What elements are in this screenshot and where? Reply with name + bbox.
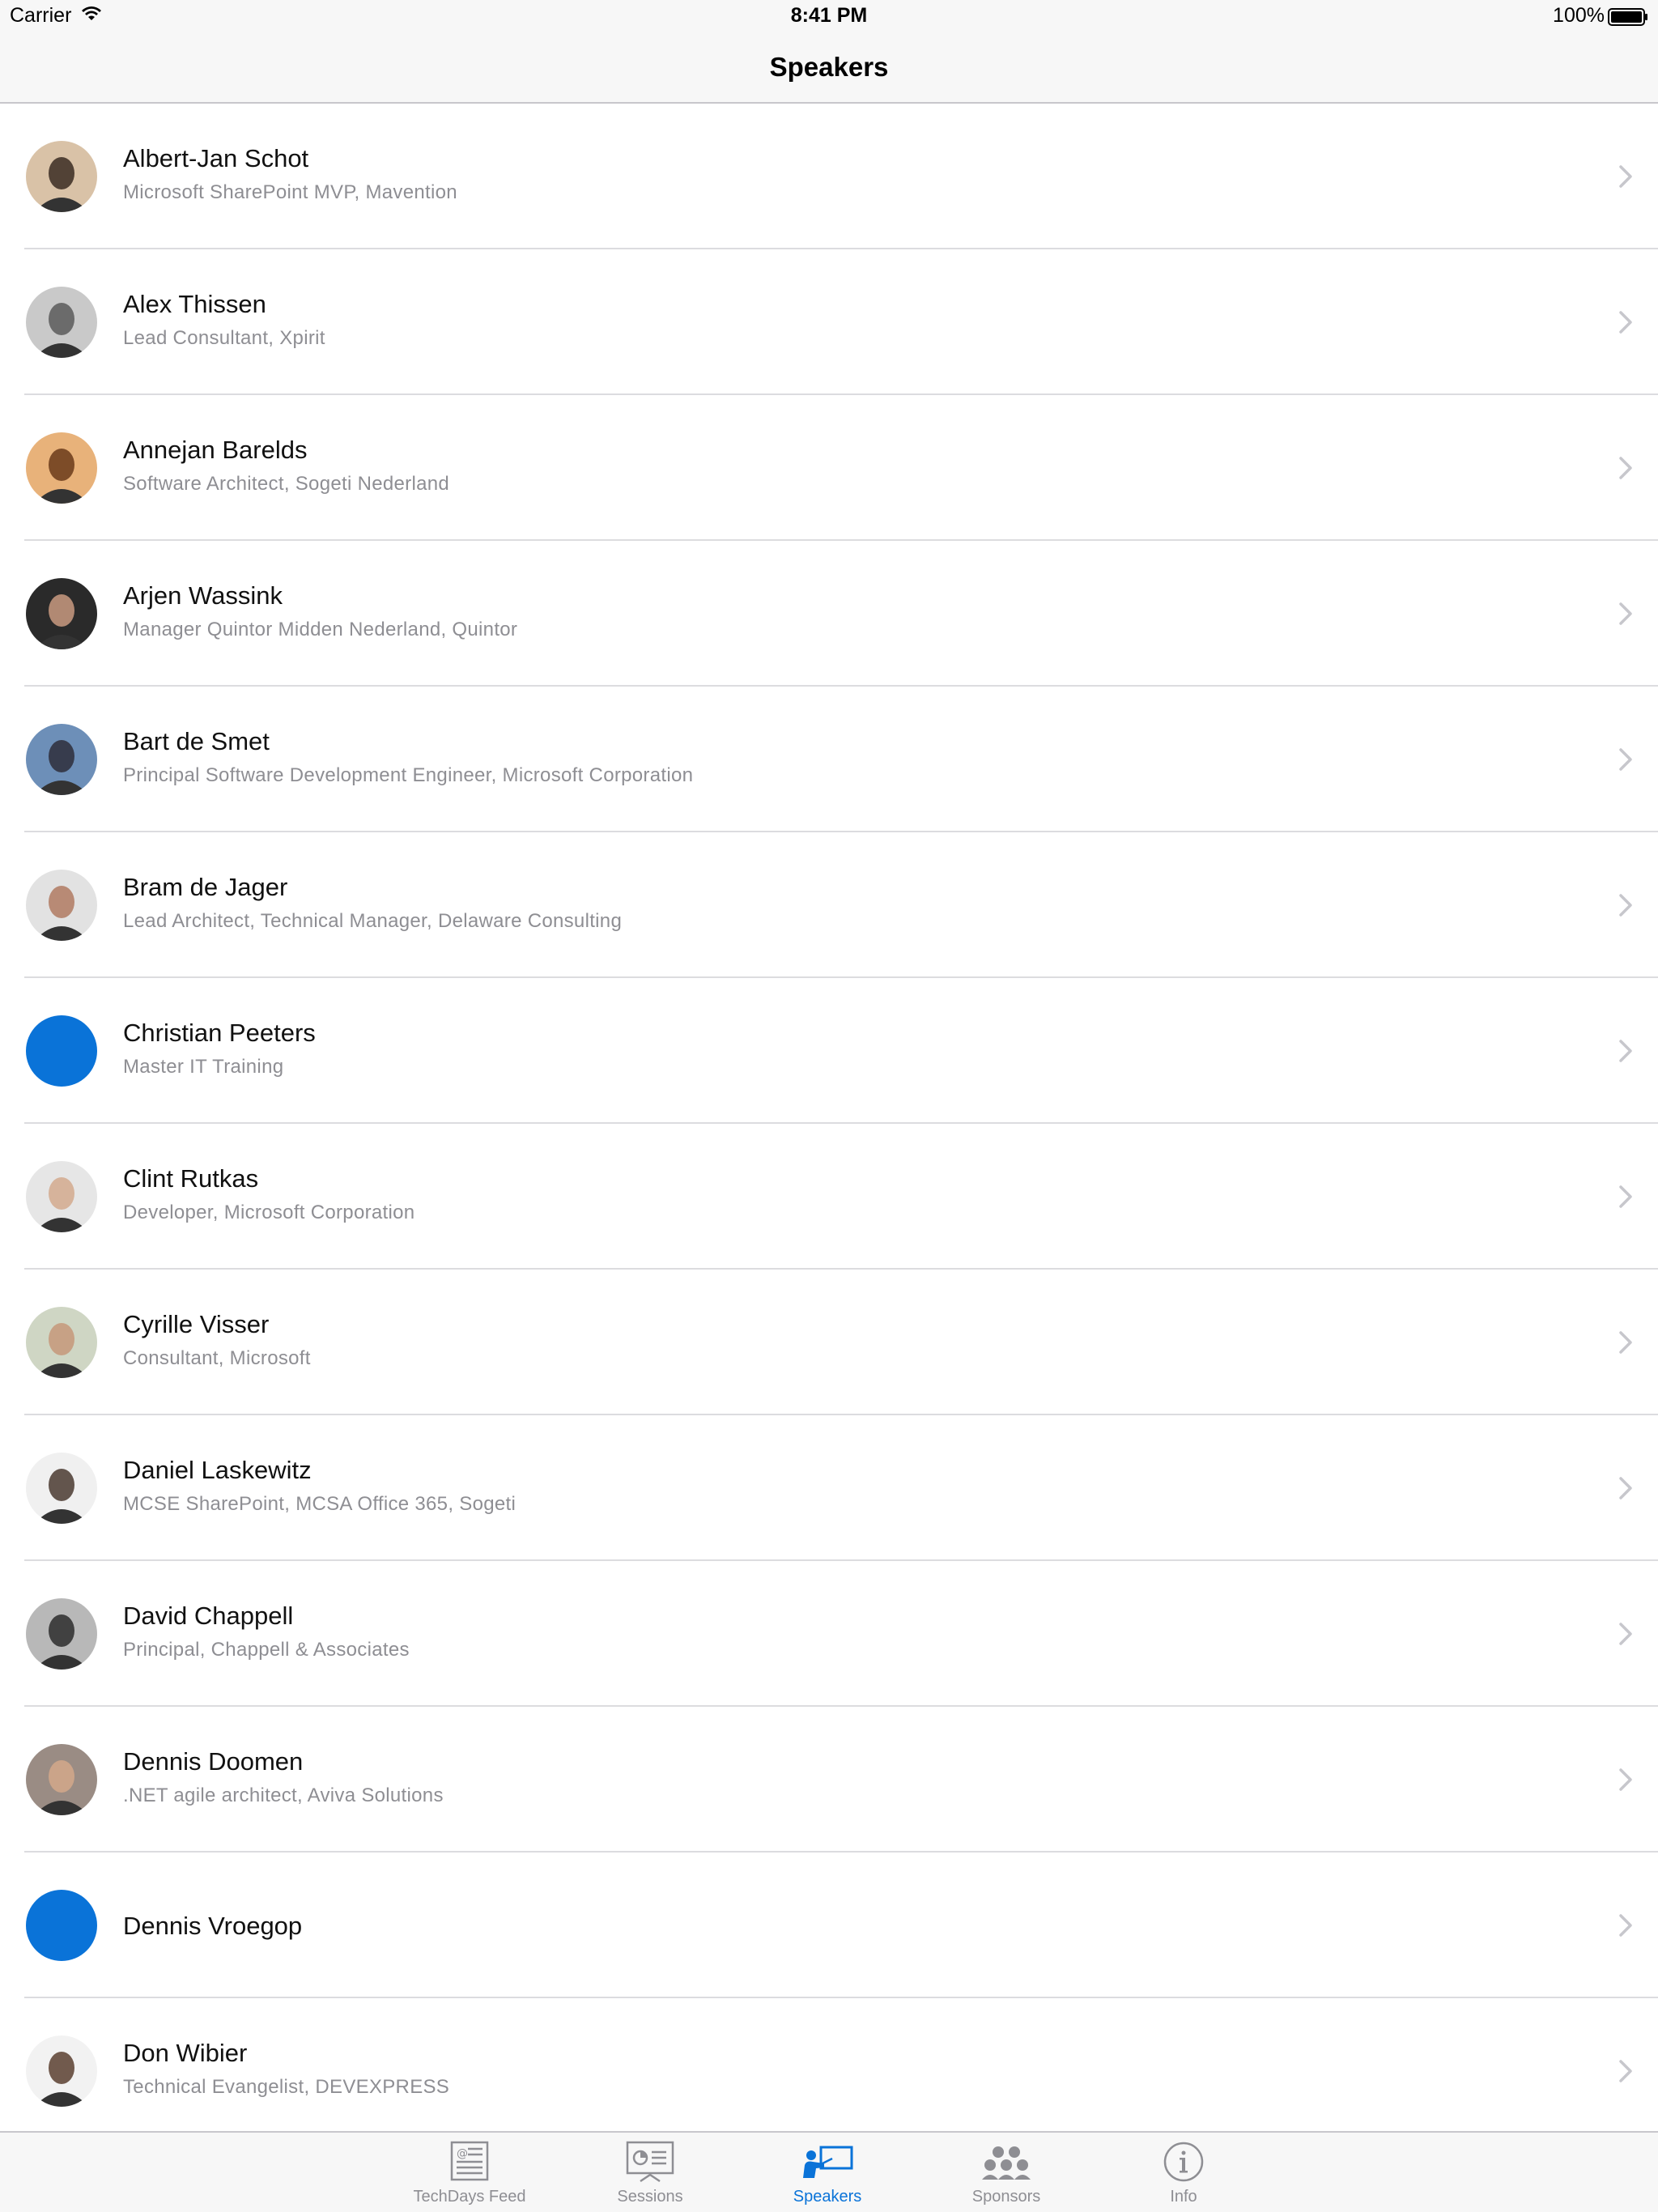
speaker-name: Bram de Jager [123,873,288,901]
speaker-name: Alex Thissen [123,290,266,318]
speaker-subtitle: Principal Software Development Engineer,… [123,764,694,786]
avatar [26,432,97,504]
clock: 8:41 PM [790,4,868,27]
speaker-row[interactable]: Bart de Smet Principal Software Developme… [0,687,1658,832]
chevron-right-icon [1618,308,1635,337]
tab-speakers[interactable]: Speakers [746,2133,908,2212]
speaker-subtitle: MCSE SharePoint, MCSA Office 365, Sogeti [123,1493,517,1515]
speaker-row[interactable]: Don Wibier Technical Evangelist, DEVEXPRE… [0,1998,1658,2131]
navigation-bar: Speakers [0,32,1658,104]
speaker-subtitle: Manager Quintor Midden Nederland, Quinto… [123,619,518,640]
speaker-row[interactable]: Christian Peeters Master IT Training [0,978,1658,1124]
avatar [26,724,97,795]
speaker-name: Don Wibier [123,2039,248,2067]
chevron-right-icon [1618,1474,1635,1503]
avatar [26,1598,97,1670]
avatar [26,2035,97,2107]
speaker-row[interactable]: David Chappell Principal, Chappell & Asso… [0,1561,1658,1707]
chevron-right-icon [1618,599,1635,628]
speaker-name: Dennis Vroegop [123,1912,303,1940]
chevron-right-icon [1618,1765,1635,1794]
chevron-right-icon [1618,1619,1635,1648]
speaker-name: Annejan Barelds [123,436,308,464]
speaker-row[interactable]: Daniel Laskewitz MCSE SharePoint, MCSA Of… [0,1415,1658,1561]
status-bar: Carrier 8:41 PM 100% [0,0,1658,32]
chevron-right-icon [1618,745,1635,774]
speaker-subtitle: Principal, Chappell & Associates [123,1639,410,1661]
tab-label: Speakers [793,2188,862,2206]
speaker-name: Bart de Smet [123,727,270,755]
chevron-right-icon [1618,453,1635,483]
speaker-subtitle: Lead Consultant, Xpirit [123,327,325,349]
speaker-subtitle: .NET agile architect, Aviva Solutions [123,1784,444,1806]
speaker-subtitle: Lead Architect, Technical Manager, Delaw… [123,910,623,932]
svg-text:@: @ [457,2147,468,2160]
info-icon [1154,2139,1213,2184]
newspaper-icon: @ [440,2139,499,2184]
chevron-right-icon [1618,1182,1635,1211]
avatar [26,1307,97,1378]
speaker-name: Dennis Doomen [123,1747,304,1776]
chevron-right-icon [1618,1328,1635,1357]
battery-percentage: 100% [1553,4,1605,27]
avatar [26,1453,97,1524]
speaker-name: Albert-Jan Schot [123,144,309,172]
chevron-right-icon [1618,1036,1635,1066]
speaker-name: Christian Peeters [123,1019,316,1047]
tab-sessions[interactable]: Sessions [569,2133,731,2212]
speaker-subtitle: Software Architect, Sogeti Nederland [123,473,450,495]
tab-label: TechDays Feed [413,2188,526,2206]
speaker-name: Daniel Laskewitz [123,1456,312,1484]
avatar [26,1015,97,1087]
speaker-subtitle: Technical Evangelist, DEVEXPRESS [123,2076,450,2098]
chevron-right-icon [1618,2057,1635,2086]
speaker-row[interactable]: Dennis Doomen .NET agile architect, Aviva… [0,1707,1658,1853]
speaker-row[interactable]: Cyrille Visser Consultant, Microsoft [0,1270,1658,1415]
speaker-icon [798,2139,857,2184]
avatar [26,1744,97,1815]
speaker-name: Arjen Wassink [123,581,283,610]
speaker-subtitle: Master IT Training [123,1056,284,1078]
speaker-subtitle: Developer, Microsoft Corporation [123,1202,415,1223]
avatar [26,287,97,358]
speaker-row[interactable]: Dennis Vroegop [0,1853,1658,1998]
speaker-row[interactable]: Arjen Wassink Manager Quintor Midden Nede… [0,541,1658,687]
speaker-row[interactable]: Clint Rutkas Developer, Microsoft Corpora… [0,1124,1658,1270]
avatar [26,1161,97,1232]
speaker-row[interactable]: Bram de Jager Lead Architect, Technical M… [0,832,1658,978]
speaker-name: Clint Rutkas [123,1164,259,1193]
speaker-row[interactable]: Alex Thissen Lead Consultant, Xpirit [0,249,1658,395]
speaker-row[interactable]: Annejan Barelds Software Architect, Soget… [0,395,1658,541]
tab-label: Info [1170,2188,1197,2206]
avatar [26,870,97,941]
speaker-name: Cyrille Visser [123,1310,270,1338]
chevron-right-icon [1618,1911,1635,1940]
battery-icon [1608,8,1648,30]
tab-label: Sponsors [971,2188,1041,2206]
tab-bar: @ TechDays Feed Sessions Speakers Sponso… [0,2131,1658,2212]
speaker-subtitle: Consultant, Microsoft [123,1347,311,1369]
tab-sponsors[interactable]: Sponsors [925,2133,1087,2212]
tab-label: Sessions [617,2188,683,2206]
speaker-list[interactable]: Albert-Jan Schot Microsoft SharePoint MVP… [0,104,1658,2131]
page-title: Speakers [769,52,889,82]
chevron-right-icon [1618,162,1635,191]
avatar [26,1890,97,1961]
tab-info[interactable]: Info [1103,2133,1265,2212]
speaker-name: David Chappell [123,1602,294,1630]
presentation-icon [621,2139,679,2184]
people-icon [977,2139,1035,2184]
speaker-row[interactable]: Albert-Jan Schot Microsoft SharePoint MVP… [0,104,1658,249]
tab-techdays-feed[interactable]: @ TechDays Feed [389,2133,551,2212]
avatar [26,578,97,649]
avatar [26,141,97,212]
chevron-right-icon [1618,891,1635,920]
speaker-subtitle: Microsoft SharePoint MVP, Mavention [123,181,457,203]
